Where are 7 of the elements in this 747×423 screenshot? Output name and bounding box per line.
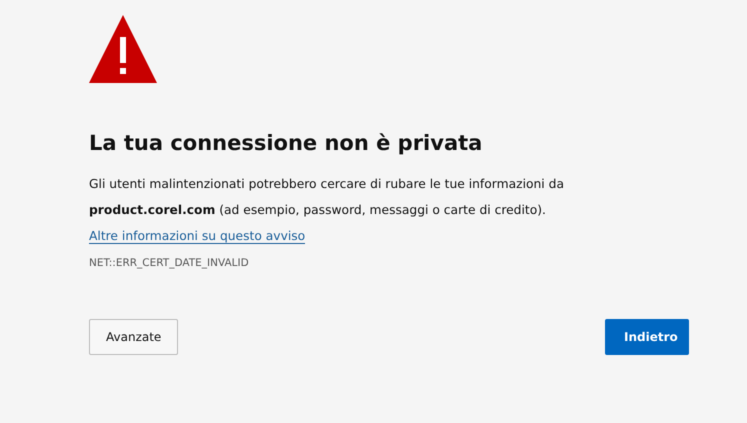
warning-text: Gli utenti malintenzionati potrebbero cercare di rubare le tue informazioni da product.corel.com (ad esempio, password, messaggi o carte di credito). Altre informazioni su questo avviso <box>89 176 565 246</box>
page-heading: La tua connessione non è privata <box>89 130 484 157</box>
error-code: NET::ERR_CERT_DATE_INVALID <box>89 257 250 269</box>
info-link[interactable]: Altre informazioni su questo avviso <box>89 229 306 244</box>
warning-icon <box>89 15 157 83</box>
back-button[interactable]: Indietro <box>605 319 689 355</box>
advanced-button[interactable]: Avanzate <box>89 319 178 355</box>
